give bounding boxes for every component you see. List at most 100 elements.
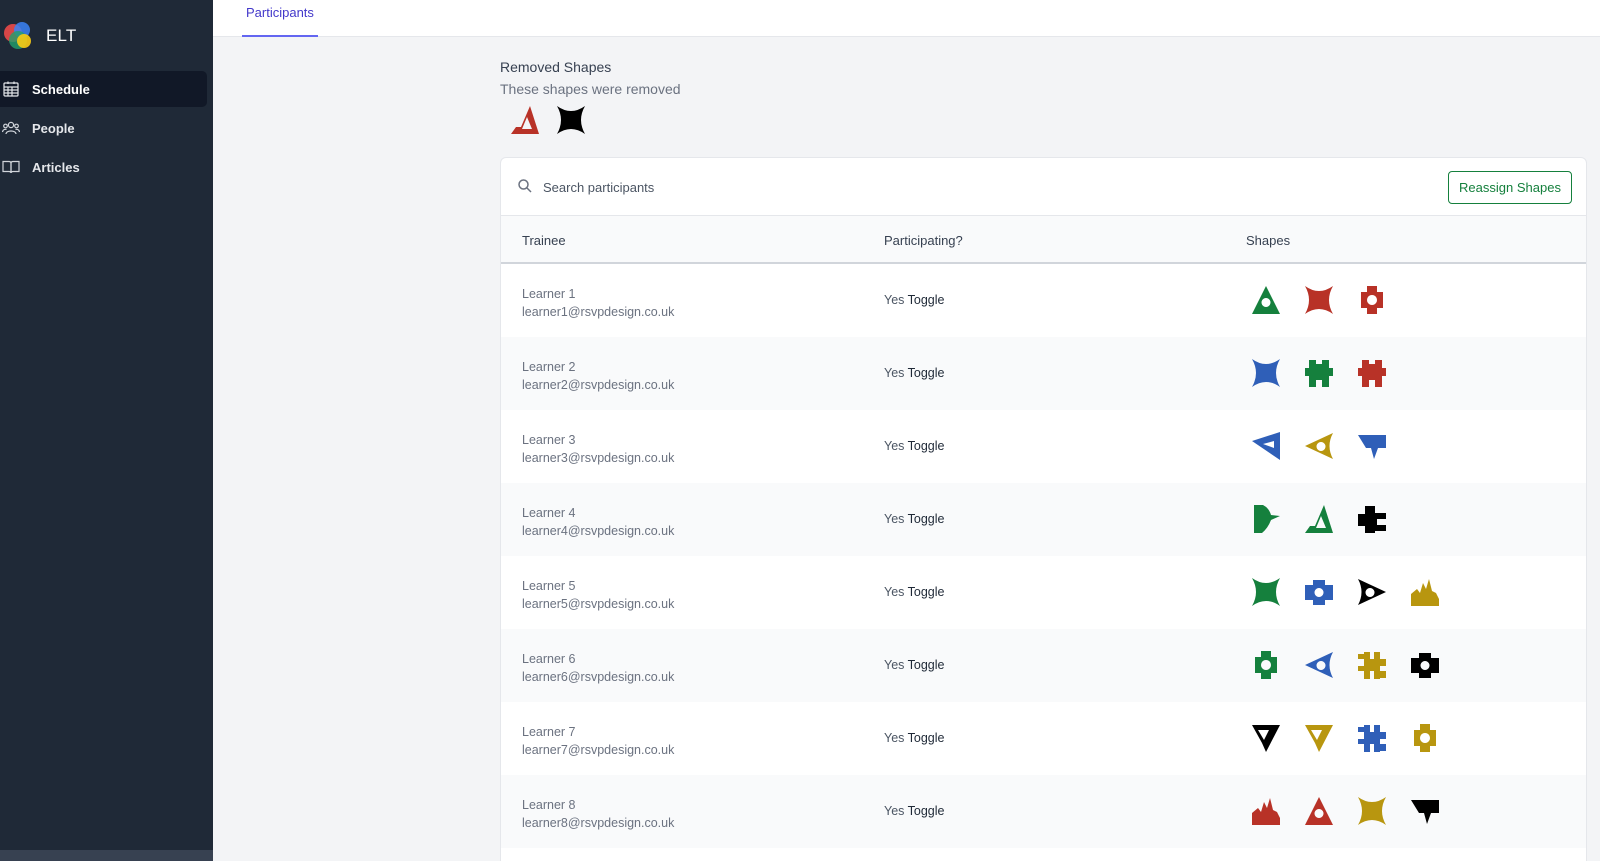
- table-row: Learner 2 learner2@rsvpdesign.co.uk Yes To…: [501, 337, 1586, 410]
- sidebar-item-articles[interactable]: Articles: [0, 149, 213, 185]
- participating-cell: Yes Toggle: [884, 658, 945, 672]
- eye-right-shape-icon: [1355, 575, 1389, 609]
- hash-shape-icon: [1355, 648, 1389, 682]
- participating-status: Yes: [884, 293, 905, 307]
- removed-shapes-section: Removed Shapes These shapes were removed: [500, 59, 681, 134]
- table-body: Learner 1 learner1@rsvpdesign.co.uk Yes To…: [501, 264, 1586, 848]
- trainee-email: learner6@rsvpdesign.co.uk: [522, 670, 675, 684]
- table-row: Learner 3 learner3@rsvpdesign.co.uk Yes To…: [501, 410, 1586, 483]
- removed-shapes-list: [508, 103, 588, 137]
- trainee-email: learner3@rsvpdesign.co.uk: [522, 451, 675, 465]
- notch-block-shape-icon: [1355, 356, 1389, 390]
- participating-status: Yes: [884, 585, 905, 599]
- trainee-email: learner7@rsvpdesign.co.uk: [522, 743, 675, 757]
- eye-left-shape-icon: [1302, 429, 1336, 463]
- sidebar-item-people[interactable]: People: [0, 110, 213, 146]
- reassign-shapes-button[interactable]: Reassign Shapes: [1448, 171, 1572, 204]
- brand[interactable]: ELT: [2, 20, 77, 52]
- trainee-name: Learner 6: [522, 652, 576, 666]
- hash-shape-icon: [1355, 721, 1389, 755]
- removed-shapes-title: Removed Shapes: [500, 59, 612, 75]
- table-row: Learner 4 learner4@rsvpdesign.co.uk Yes To…: [501, 483, 1586, 556]
- top-bar: Participants: [213, 0, 1600, 37]
- trainee-cell: Learner 3 learner3@rsvpdesign.co.uk: [522, 431, 674, 467]
- funnel-shape-icon: [1302, 721, 1336, 755]
- trainee-cell: Learner 7 learner7@rsvpdesign.co.uk: [522, 723, 674, 759]
- users-icon: [2, 119, 20, 137]
- table-row: Learner 1 learner1@rsvpdesign.co.uk Yes To…: [501, 264, 1586, 337]
- participating-cell: Yes Toggle: [884, 366, 945, 380]
- shield-shape-icon: [1355, 429, 1389, 463]
- cross-bolt-shape-icon: [1355, 502, 1389, 536]
- shapes-cell: [1249, 283, 1389, 317]
- shapes-cell: [1249, 575, 1442, 609]
- trainee-name: Learner 8: [522, 798, 576, 812]
- trainee-name: Learner 5: [522, 579, 576, 593]
- column-header-trainee[interactable]: Trainee: [522, 233, 566, 248]
- trainee-cell: Learner 8 learner8@rsvpdesign.co.uk: [522, 796, 674, 832]
- gear-shape-icon: [1302, 575, 1336, 609]
- app-name: ELT: [46, 26, 77, 45]
- toggle-participation-link[interactable]: Toggle: [908, 585, 945, 599]
- trainee-email: learner4@rsvpdesign.co.uk: [522, 524, 675, 538]
- triangle-hole-shape-icon: [1302, 794, 1336, 828]
- notch-block-shape-icon: [1302, 356, 1336, 390]
- sidebar-nav: Schedule People Articles: [0, 71, 213, 188]
- gear-shape-icon: [1408, 648, 1442, 682]
- participating-status: Yes: [884, 804, 905, 818]
- participating-cell: Yes Toggle: [884, 585, 945, 599]
- toggle-participation-link[interactable]: Toggle: [908, 293, 945, 307]
- participating-cell: Yes Toggle: [884, 293, 945, 307]
- toggle-participation-link[interactable]: Toggle: [908, 512, 945, 526]
- calendar-icon: [2, 80, 20, 98]
- sidebar-item-schedule[interactable]: Schedule: [0, 71, 207, 107]
- table-row: Learner 6 learner6@rsvpdesign.co.uk Yes To…: [501, 629, 1586, 702]
- shapes-cell: [1249, 356, 1389, 390]
- trainee-name: Learner 2: [522, 360, 576, 374]
- trainee-name: Learner 3: [522, 433, 576, 447]
- trainee-name: Learner 1: [522, 287, 576, 301]
- participating-status: Yes: [884, 439, 905, 453]
- participating-status: Yes: [884, 512, 905, 526]
- crown-shape-icon: [1408, 575, 1442, 609]
- sidebar-item-label: Schedule: [32, 81, 90, 97]
- participating-status: Yes: [884, 366, 905, 380]
- toggle-participation-link[interactable]: Toggle: [908, 439, 945, 453]
- trainee-email: learner2@rsvpdesign.co.uk: [522, 378, 675, 392]
- toggle-participation-link[interactable]: Toggle: [908, 731, 945, 745]
- participants-card: Reassign Shapes Trainee Participating? S…: [500, 157, 1587, 861]
- toggle-participation-link[interactable]: Toggle: [908, 366, 945, 380]
- eye-left-shape-icon: [1302, 648, 1336, 682]
- bowtie-shape-icon: [1249, 575, 1283, 609]
- participating-cell: Yes Toggle: [884, 512, 945, 526]
- table-row: Learner 5 learner5@rsvpdesign.co.uk Yes To…: [501, 556, 1586, 629]
- sidebar-item-label: Articles: [32, 159, 80, 175]
- sidebar: ELT Schedule People Articles: [0, 0, 213, 861]
- trainee-cell: Learner 2 learner2@rsvpdesign.co.uk: [522, 358, 674, 394]
- sidebar-item-label: People: [32, 120, 75, 136]
- crown-shape-icon: [1249, 794, 1283, 828]
- shapes-cell: [1249, 721, 1442, 755]
- search-icon: [517, 178, 533, 194]
- bowtie-shape-icon: [1355, 794, 1389, 828]
- trainee-name: Learner 4: [522, 506, 576, 520]
- search-input[interactable]: [543, 175, 1143, 199]
- delta-shape-icon: [1302, 502, 1336, 536]
- bowtie-shape-icon: [1249, 356, 1283, 390]
- shapes-cell: [1249, 648, 1442, 682]
- plus-hole-shape-icon: [1355, 283, 1389, 317]
- flag-shape-icon: [1249, 502, 1283, 536]
- sidebar-footer: [0, 850, 213, 861]
- shield-shape-icon: [1408, 794, 1442, 828]
- column-header-participating[interactable]: Participating?: [884, 233, 963, 248]
- column-header-shapes[interactable]: Shapes: [1246, 233, 1290, 248]
- tab-participants[interactable]: Participants: [242, 0, 318, 37]
- arrow-left-shape-icon: [1249, 429, 1283, 463]
- participating-cell: Yes Toggle: [884, 439, 945, 453]
- plus-hole-shape-icon: [1249, 648, 1283, 682]
- book-icon: [2, 158, 20, 176]
- toggle-participation-link[interactable]: Toggle: [908, 804, 945, 818]
- toggle-participation-link[interactable]: Toggle: [908, 658, 945, 672]
- trainee-cell: Learner 6 learner6@rsvpdesign.co.uk: [522, 650, 674, 686]
- trainee-email: learner8@rsvpdesign.co.uk: [522, 816, 675, 830]
